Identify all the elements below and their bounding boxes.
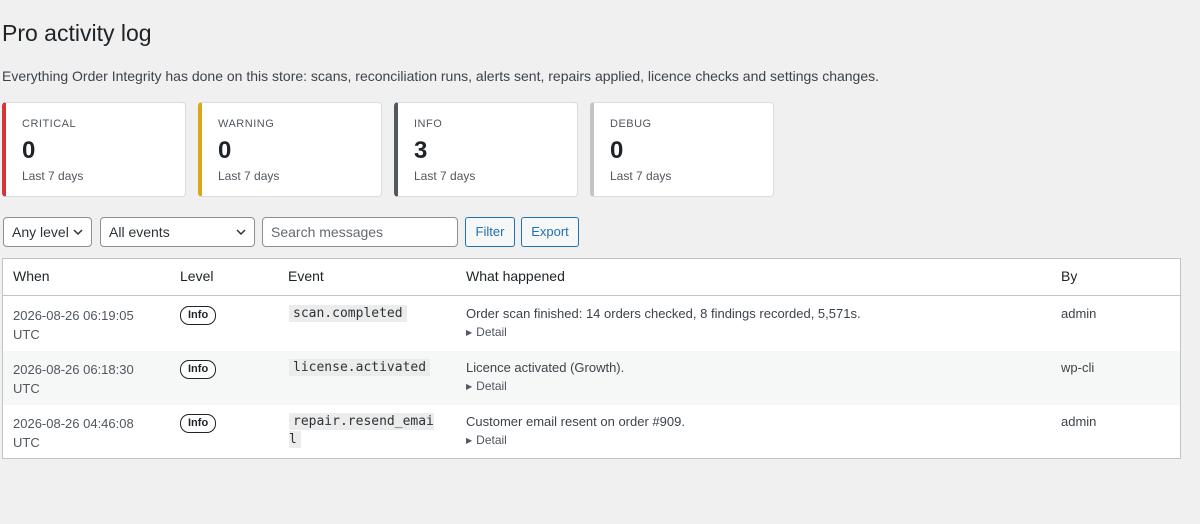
card-count: 0 [610, 137, 624, 164]
event-code-text: repair.resend_email [289, 413, 434, 448]
triangle-right-icon: ▶ [466, 328, 473, 337]
timestamp-date: 2026-08-26 04:46:08 [13, 416, 134, 431]
card-period: Last 7 days [218, 169, 280, 183]
timestamp-date: 2026-08-26 06:18:30 [13, 362, 134, 377]
card-label: DEBUG [610, 118, 652, 130]
card-debug: DEBUG 0 Last 7 days [590, 102, 774, 197]
level-badge: Info [180, 360, 217, 379]
card-count: 0 [218, 137, 232, 164]
event-code: license.activated [289, 359, 431, 377]
col-when: When [13, 268, 50, 284]
level-select[interactable]: Any level [3, 217, 92, 247]
event-message: Licence activated (Growth). [466, 360, 625, 375]
card-label: INFO [414, 118, 443, 130]
page-title: Pro activity log [2, 20, 152, 46]
export-button[interactable]: Export [521, 217, 579, 247]
card-period: Last 7 days [610, 169, 672, 183]
timestamp: 2026-08-26 04:46:08 UTC [13, 414, 163, 452]
event-code: scan.completed [289, 305, 407, 323]
actor: admin [1061, 414, 1097, 429]
level-select-value: Any level [12, 224, 69, 240]
col-level: Level [180, 268, 214, 284]
card-info: INFO 3 Last 7 days [394, 102, 578, 197]
actor: wp-cli [1061, 360, 1095, 375]
search-input[interactable]: Search messages [262, 217, 458, 247]
triangle-right-icon: ▶ [466, 436, 473, 445]
timestamp-date: 2026-08-26 06:19:05 [13, 308, 134, 323]
filter-button[interactable]: Filter [465, 217, 515, 247]
card-label: WARNING [218, 118, 275, 130]
event-select[interactable]: All events [100, 217, 255, 247]
card-warning: WARNING 0 Last 7 days [198, 102, 382, 197]
detail-toggle[interactable]: ▶ Detail [466, 379, 507, 393]
level-badge: Info [180, 414, 217, 433]
table-header: When Level Event What happened By [3, 259, 1180, 296]
col-what-happened: What happened [466, 268, 565, 284]
detail-label: Detail [476, 433, 507, 447]
event-code-text: scan.completed [289, 305, 407, 322]
timestamp: 2026-08-26 06:18:30 UTC [13, 360, 163, 398]
col-by: By [1061, 268, 1078, 284]
page-description: Everything Order Integrity has done on t… [2, 68, 880, 84]
card-label: CRITICAL [22, 118, 77, 130]
detail-toggle[interactable]: ▶ Detail [466, 325, 507, 339]
card-period: Last 7 days [414, 169, 476, 183]
timestamp-zone: UTC [13, 327, 40, 342]
level-badge: Info [180, 306, 217, 325]
chevron-down-icon [73, 229, 83, 236]
detail-label: Detail [476, 325, 507, 339]
col-event: Event [288, 268, 324, 284]
chevron-down-icon [236, 229, 246, 236]
detail-label: Detail [476, 379, 507, 393]
activity-log-page: Pro activity log Everything Order Integr… [0, 0, 1200, 524]
detail-toggle[interactable]: ▶ Detail [466, 433, 507, 447]
timestamp-zone: UTC [13, 435, 40, 450]
table-row: 2026-08-26 04:46:08 UTC Info repair.rese… [3, 405, 1180, 459]
event-code: repair.resend_email [289, 413, 437, 449]
actor: admin [1061, 306, 1097, 321]
table-row: 2026-08-26 06:19:05 UTC Info scan.comple… [3, 297, 1180, 351]
triangle-right-icon: ▶ [466, 382, 473, 391]
activity-table: When Level Event What happened By 2026-0… [2, 258, 1181, 459]
timestamp: 2026-08-26 06:19:05 UTC [13, 306, 163, 344]
card-critical: CRITICAL 0 Last 7 days [2, 102, 186, 197]
event-select-value: All events [109, 224, 170, 240]
card-count: 0 [22, 137, 36, 164]
table-row: 2026-08-26 06:18:30 UTC Info license.act… [3, 351, 1180, 405]
event-message: Order scan finished: 14 orders checked, … [466, 306, 861, 321]
timestamp-zone: UTC [13, 381, 40, 396]
card-count: 3 [414, 137, 428, 164]
event-code-text: license.activated [289, 359, 431, 376]
event-message: Customer email resent on order #909. [466, 414, 685, 429]
card-period: Last 7 days [22, 169, 84, 183]
